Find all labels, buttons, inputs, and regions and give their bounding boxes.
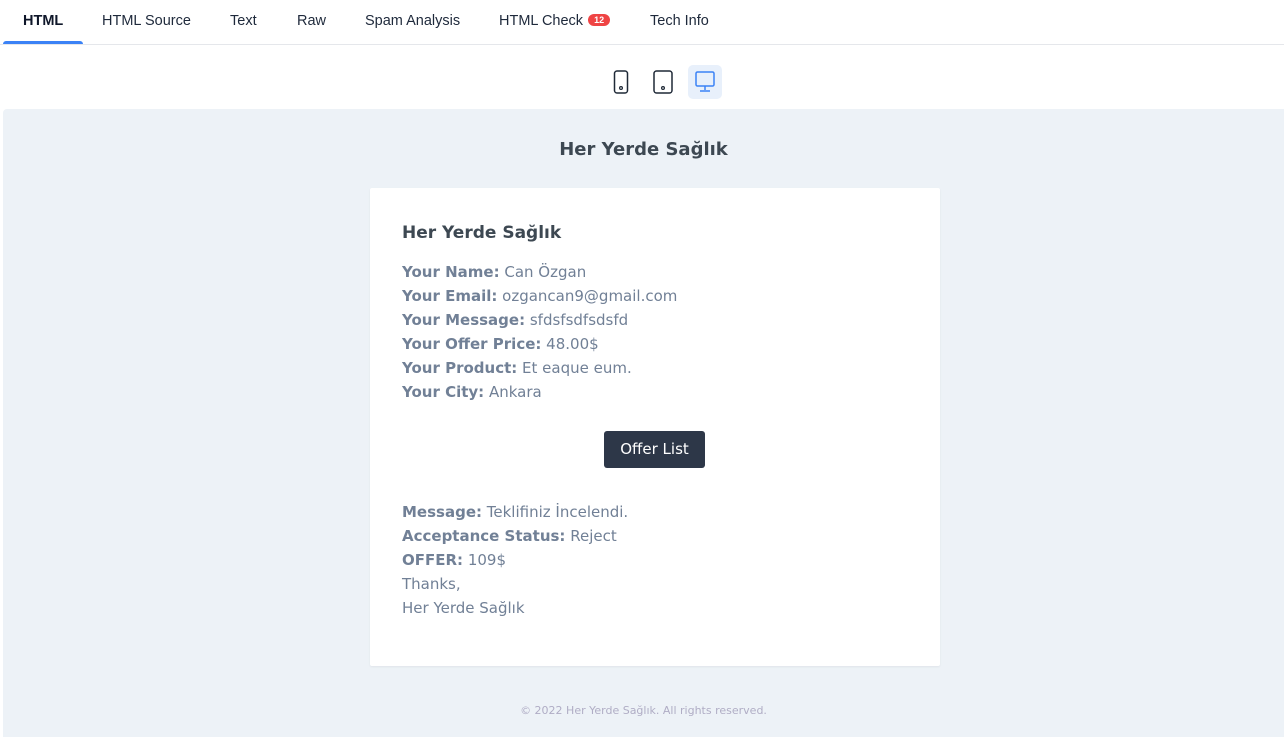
reply-value: Reject — [570, 527, 617, 545]
field-value: sfdsfsdfsdsfd — [529, 311, 629, 329]
field-row: Your Email: ozgancan9@gmail.com — [402, 284, 677, 308]
tab-label: Text — [230, 13, 257, 29]
field-row: Your Offer Price: 48.00$ — [402, 332, 677, 356]
tab-html-source[interactable]: HTML Source — [102, 0, 191, 44]
field-label: Your Email: — [402, 287, 498, 305]
email-preview: Her Yerde Sağlık Her Yerde Sağlık Your N… — [3, 109, 1284, 737]
field-row: Your Name: Can Özgan — [402, 260, 677, 284]
email-card: Her Yerde Sağlık Your Name: Can Özgan Yo… — [370, 188, 940, 666]
field-row: Your City: Ankara — [402, 380, 677, 404]
field-label: Your Product: — [402, 359, 518, 377]
reply-row: OFFER: 109$ — [402, 548, 628, 572]
field-value: 48.00$ — [546, 335, 599, 353]
tab-html[interactable]: HTML — [3, 0, 84, 44]
field-row: Your Product: Et eaque eum. — [402, 356, 677, 380]
field-value: ozgancan9@gmail.com — [502, 287, 678, 305]
tablet-view-button[interactable] — [646, 65, 680, 99]
desktop-icon — [695, 71, 715, 92]
offer-response: Message: Teklifiniz İncelendi. Acceptanc… — [402, 500, 628, 620]
email-card-title: Her Yerde Sağlık — [402, 223, 562, 243]
tab-tech-info[interactable]: Tech Info — [650, 0, 709, 44]
closing-text: Thanks, — [402, 575, 461, 593]
reply-value: 109$ — [467, 551, 507, 569]
field-value: Et eaque eum. — [522, 359, 632, 377]
tab-label: Raw — [297, 13, 327, 29]
tablet-icon — [653, 70, 673, 94]
reply-row: Message: Teklifiniz İncelendi. — [402, 500, 628, 524]
reply-value: Teklifiniz İncelendi. — [486, 503, 629, 521]
mobile-icon — [613, 70, 629, 94]
tab-label: Spam Analysis — [365, 13, 461, 29]
mobile-view-button[interactable] — [604, 65, 638, 99]
reply-row: Acceptance Status: Reject — [402, 524, 628, 548]
field-label: Your Name: — [402, 263, 500, 281]
reply-label: OFFER: — [402, 551, 464, 569]
email-header-title: Her Yerde Sağlık — [559, 139, 728, 160]
active-tab-indicator — [3, 41, 84, 44]
tab-bar: HTML HTML Source Text Raw Spam Analysis … — [0, 0, 1284, 45]
field-value: Can Özgan — [504, 263, 587, 281]
field-row: Your Message: sfdsfsdfsdsfd — [402, 308, 677, 332]
tab-spam-analysis[interactable]: Spam Analysis — [365, 0, 460, 44]
tab-raw[interactable]: Raw — [297, 0, 326, 44]
field-label: Your City: — [402, 383, 485, 401]
signature-text: Her Yerde Sağlık — [402, 599, 525, 617]
field-value: Ankara — [488, 383, 542, 401]
tab-label: HTML — [23, 13, 64, 29]
tab-label: HTML Source — [102, 13, 191, 29]
tab-text[interactable]: Text — [230, 0, 257, 44]
reply-label: Acceptance Status: — [402, 527, 566, 545]
issue-count-badge: 12 — [588, 14, 611, 26]
tab-label: HTML Check — [499, 13, 584, 29]
field-label: Your Message: — [402, 311, 526, 329]
email-footer: © 2022 Her Yerde Sağlık. All rights rese… — [520, 704, 767, 717]
field-label: Your Offer Price: — [402, 335, 542, 353]
tab-html-check[interactable]: HTML Check 12 — [499, 0, 611, 44]
desktop-view-button[interactable] — [688, 65, 722, 99]
submission-details: Your Name: Can Özgan Your Email: ozganca… — [402, 260, 677, 404]
reply-label: Message: — [402, 503, 482, 521]
tab-label: Tech Info — [650, 13, 709, 29]
offer-list-button[interactable]: Offer List — [604, 431, 705, 468]
